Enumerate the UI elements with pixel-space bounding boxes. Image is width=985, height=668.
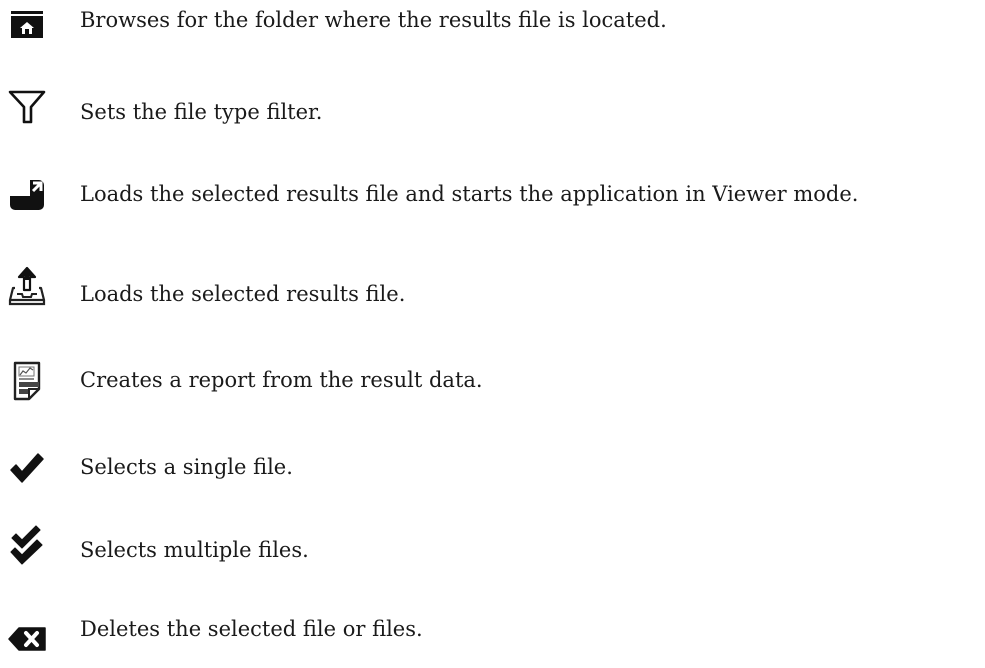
open-viewer-icon xyxy=(7,174,47,214)
legend-row-select-multiple: Selects multiple files. xyxy=(0,525,985,585)
legend-row-create-report: Creates a report from the result data. xyxy=(0,345,985,405)
legend-row-filter: Sets the file type filter. xyxy=(0,80,985,140)
funnel-filter-icon xyxy=(7,84,47,124)
legend-description: Loads the selected results file and star… xyxy=(80,182,859,206)
legend-row-open-viewer: Loads the selected results file and star… xyxy=(0,170,985,230)
legend-row-delete-files: Deletes the selected file or files. xyxy=(0,605,985,665)
single-checkmark-icon xyxy=(7,448,47,488)
legend-row-select-single: Selects a single file. xyxy=(0,440,985,500)
folder-home-icon xyxy=(7,0,47,40)
legend-description: Loads the selected results file. xyxy=(80,282,406,306)
report-document-icon xyxy=(7,361,47,401)
delete-backspace-icon xyxy=(7,619,47,659)
legend-row-load-file: Loads the selected results file. xyxy=(0,260,985,320)
double-checkmark-icon xyxy=(7,525,47,565)
legend-description: Selects multiple files. xyxy=(80,538,309,562)
legend-description: Creates a report from the result data. xyxy=(80,368,483,392)
legend-description: Browses for the folder where the results… xyxy=(80,8,667,32)
legend-row-browse-folder: Browses for the folder where the results… xyxy=(0,0,985,60)
legend-description: Sets the file type filter. xyxy=(80,100,323,124)
legend-description: Deletes the selected file or files. xyxy=(80,617,423,641)
legend-description: Selects a single file. xyxy=(80,455,293,479)
upload-tray-icon xyxy=(7,266,47,306)
